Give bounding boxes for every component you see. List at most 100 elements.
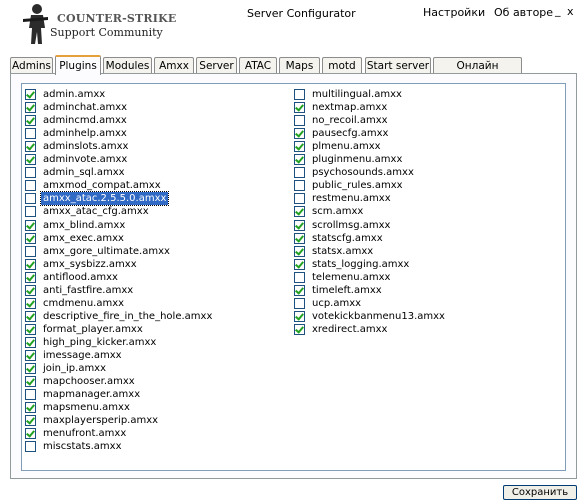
plugin-label: adminhelp.amxx — [43, 128, 127, 140]
plugin-label: amxmod_compat.amxx — [43, 180, 161, 192]
plugin-checkbox[interactable] — [25, 297, 36, 309]
plugin-checkbox[interactable] — [25, 415, 36, 427]
plugin-label: psychosounds.amxx — [312, 167, 414, 179]
plugin-label: descriptive_fire_in_the_hole.amxx — [43, 310, 213, 322]
plugin-checkbox[interactable] — [294, 323, 305, 335]
plugin-checkbox[interactable] — [294, 284, 305, 296]
plugin-label: admincmd.amxx — [43, 115, 127, 127]
plugin-checkbox[interactable] — [25, 310, 36, 322]
plugin-checkbox[interactable] — [25, 402, 36, 414]
plugin-label: scrollmsg.amxx — [312, 219, 391, 231]
plugin-checkbox[interactable] — [25, 167, 36, 179]
plugin-checkbox[interactable] — [294, 180, 305, 192]
tab-admins[interactable]: Admins — [10, 57, 53, 73]
plugins-checklist[interactable]: admin.amxx adminchat.amxx admincmd.amxx adm… — [21, 83, 566, 471]
plugin-label: telemenu.amxx — [312, 271, 391, 283]
plugin-checkbox[interactable] — [25, 284, 36, 296]
plugin-label: statscfg.amxx — [312, 232, 383, 244]
plugin-checkbox[interactable] — [294, 193, 305, 205]
plugin-checkbox[interactable] — [25, 102, 36, 114]
plugin-checkbox[interactable] — [25, 323, 36, 335]
plugin-checkbox[interactable] — [25, 193, 36, 205]
plugin-checkbox[interactable] — [25, 128, 36, 140]
plugin-checkbox[interactable] — [25, 232, 36, 244]
plugin-checkbox[interactable] — [25, 428, 36, 440]
plugin-checkbox[interactable] — [25, 141, 36, 153]
plugin-checkbox[interactable] — [294, 102, 305, 114]
plugin-checkbox[interactable] — [294, 141, 305, 153]
plugin-checkbox[interactable] — [294, 258, 305, 270]
tab-start-server[interactable]: Start server — [365, 57, 431, 73]
logo: COUNTER-STRIKE Support Community — [20, 2, 190, 46]
plugin-label: high_ping_kicker.amxx — [43, 336, 157, 348]
plugin-checkbox[interactable] — [25, 154, 36, 166]
tab-online-help[interactable]: Онлайн помощь — [433, 57, 522, 88]
minimize-button[interactable]: _ — [555, 4, 561, 17]
plugin-label: stats_logging.amxx — [312, 258, 410, 270]
plugin-label: adminvote.amxx — [43, 154, 128, 166]
plugin-label: multilingual.amxx — [312, 89, 402, 100]
plugin-checkbox[interactable] — [294, 219, 305, 231]
plugin-checkbox[interactable] — [294, 206, 305, 218]
logo-subtitle: Support Community — [50, 26, 163, 39]
plugin-checkbox[interactable] — [25, 245, 36, 257]
tab-bar: Admins Plugins Modules Amxx Server ATAC … — [10, 55, 580, 88]
plugin-checkbox[interactable] — [25, 219, 36, 231]
soldier-logo-icon — [23, 4, 48, 44]
plugin-checkbox[interactable] — [25, 363, 36, 375]
tab-maps[interactable]: Maps — [279, 57, 320, 73]
close-button[interactable]: x — [567, 5, 574, 18]
plugin-label: format_player.amxx — [43, 323, 143, 335]
plugins-panel: admin.amxx adminchat.amxx admincmd.amxx adm… — [10, 73, 577, 479]
plugin-label: xredirect.amxx — [312, 323, 388, 335]
plugin-label: restmenu.amxx — [312, 193, 391, 205]
save-button[interactable]: Сохранить — [503, 485, 577, 500]
app-header: COUNTER-STRIKE Support Community Server … — [0, 0, 583, 50]
plugin-checkbox[interactable] — [25, 271, 36, 283]
tab-motd[interactable]: motd — [322, 57, 362, 73]
plugin-label: admin.amxx — [43, 89, 106, 100]
settings-menu-link[interactable]: Настройки — [423, 6, 485, 19]
plugin-checkbox[interactable] — [294, 89, 305, 100]
plugin-checkbox[interactable] — [25, 389, 36, 401]
plugin-label: no_recoil.amxx — [312, 115, 388, 127]
plugin-label: adminchat.amxx — [43, 102, 128, 114]
tab-plugins[interactable]: Plugins — [55, 55, 101, 75]
plugin-checkbox[interactable] — [294, 245, 305, 257]
plugin-checkbox[interactable] — [25, 258, 36, 270]
tab-amxx[interactable]: Amxx — [154, 57, 194, 73]
plugin-checkbox[interactable] — [25, 441, 36, 453]
plugin-checkbox[interactable] — [25, 350, 36, 361]
plugin-label: nextmap.amxx — [312, 102, 388, 114]
plugin-checkbox[interactable] — [294, 154, 305, 166]
plugin-label: mapsmenu.amxx — [43, 402, 130, 414]
plugin-checkbox[interactable] — [294, 115, 305, 127]
plugin-checkbox[interactable] — [294, 167, 305, 179]
plugin-checkbox[interactable] — [25, 89, 36, 100]
plugin-label: mapmanager.amxx — [43, 389, 141, 401]
plugin-checkbox[interactable] — [294, 310, 305, 322]
plugin-label: ucp.amxx — [312, 297, 362, 309]
plugin-checkbox[interactable] — [294, 128, 305, 140]
plugin-label: join_ip.amxx — [43, 363, 107, 375]
app-title: Server Configurator — [247, 7, 356, 20]
plugin-checkbox[interactable] — [294, 232, 305, 244]
tab-modules[interactable]: Modules — [103, 57, 152, 73]
plugin-checkbox[interactable] — [294, 297, 305, 309]
plugin-label: amx_gore_ultimate.amxx — [43, 245, 170, 257]
plugin-checkbox[interactable] — [25, 376, 36, 388]
plugin-label: maxplayersperip.amxx — [43, 415, 159, 427]
tab-atac[interactable]: ATAC — [239, 57, 277, 73]
plugin-checkbox[interactable] — [25, 180, 36, 192]
plugin-label: votekickbanmenu13.amxx — [312, 310, 445, 322]
tab-server[interactable]: Server — [196, 57, 237, 73]
about-menu-link[interactable]: Об авторе — [494, 6, 553, 19]
plugin-label: antiflood.amxx — [43, 271, 118, 283]
plugin-checkbox[interactable] — [25, 336, 36, 348]
plugin-checkbox[interactable] — [25, 206, 36, 218]
plugin-label: amx_sysbizz.amxx — [43, 258, 137, 270]
plugin-label: cmdmenu.amxx — [43, 297, 125, 309]
plugin-checkbox[interactable] — [25, 115, 36, 127]
plugin-checkbox[interactable] — [294, 271, 305, 283]
plugin-label: plmenu.amxx — [312, 141, 381, 153]
